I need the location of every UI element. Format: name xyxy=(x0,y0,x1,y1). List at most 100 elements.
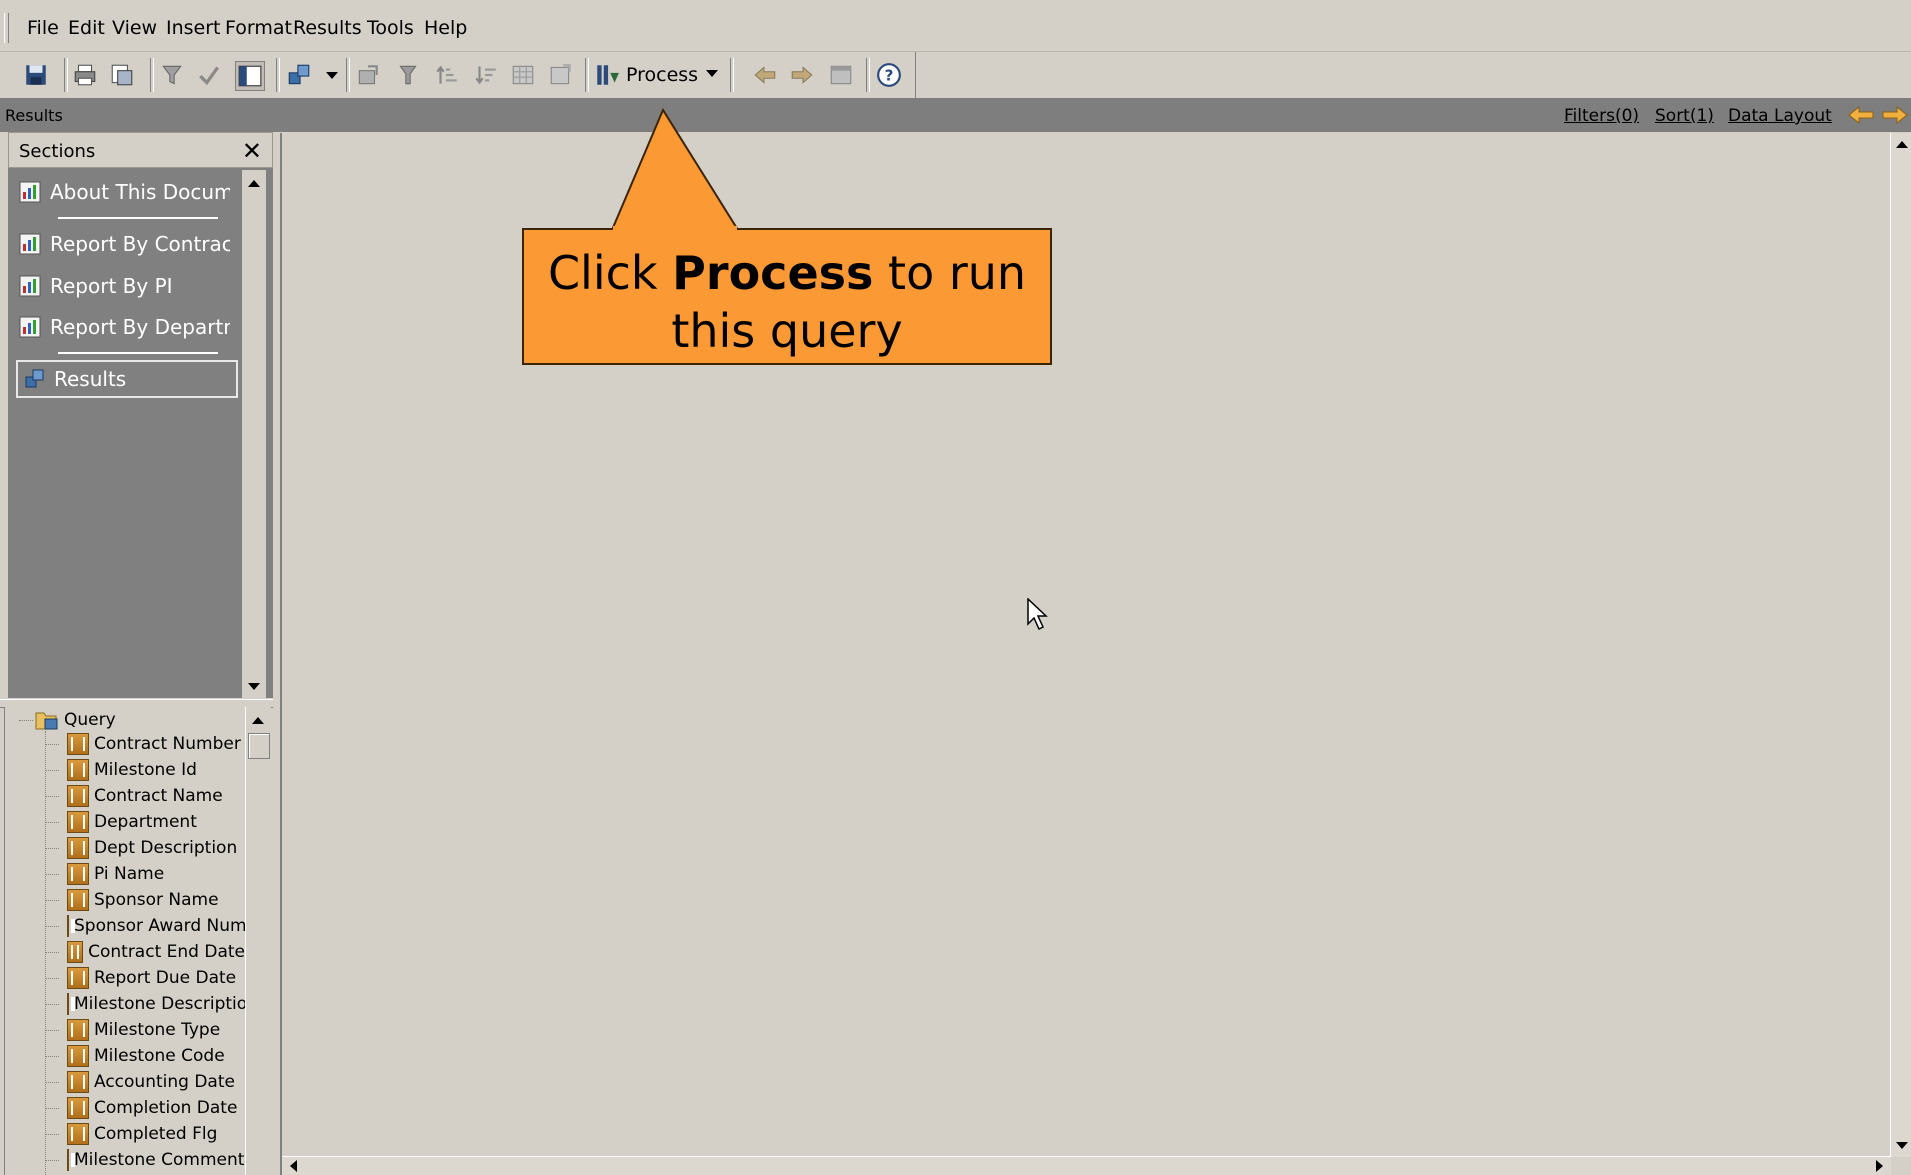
column-label: Completion Date xyxy=(94,1098,238,1118)
tree-column-item[interactable]: Completed Flg xyxy=(67,1122,245,1146)
sort-descending-icon[interactable] xyxy=(472,61,500,89)
menu-help[interactable]: Help xyxy=(424,17,467,39)
tree-root-label: Query xyxy=(64,710,116,730)
verify-icon[interactable] xyxy=(195,61,223,89)
tree-column-item[interactable]: Accounting Date xyxy=(67,1070,245,1094)
tree-column-item[interactable]: Department xyxy=(67,810,245,834)
tree-column-item[interactable]: Contract Number xyxy=(67,732,245,756)
tree-column-item[interactable]: Milestone Description xyxy=(67,992,245,1016)
results-icon xyxy=(25,369,44,388)
menu-view[interactable]: View xyxy=(112,17,157,39)
section-item-label: Report By Contract xyxy=(50,232,230,256)
column-label: Contract Number xyxy=(94,734,241,754)
sort-link[interactable]: Sort(1) xyxy=(1655,106,1714,126)
forward-icon[interactable] xyxy=(788,61,816,89)
report-icon xyxy=(19,181,41,203)
menu-tools[interactable]: Tools xyxy=(367,17,414,39)
tree-column-item[interactable]: Contract Name xyxy=(67,784,245,808)
query-tree-scrollbar[interactable] xyxy=(245,707,271,1175)
scroll-up-icon[interactable] xyxy=(248,180,260,187)
tree-connector xyxy=(45,796,59,797)
column-icon xyxy=(67,1149,75,1171)
scroll-left-icon[interactable] xyxy=(290,1160,297,1172)
scroll-down-icon[interactable] xyxy=(1896,1142,1908,1149)
print-icon[interactable] xyxy=(71,61,99,89)
horizontal-scrollbar[interactable] xyxy=(282,1156,1891,1175)
tree-column-item[interactable]: Milestone Comments xyxy=(67,1148,245,1172)
menu-results[interactable]: Results xyxy=(293,17,362,39)
results-title-strip: Results Filters(0) Sort(1) Data Layout xyxy=(0,98,1911,132)
toolbar-separator xyxy=(730,58,734,92)
scroll-right-icon[interactable] xyxy=(1876,1160,1883,1172)
vertical-scrollbar[interactable] xyxy=(1890,133,1911,1157)
scroll-down-icon[interactable] xyxy=(248,683,260,690)
menu-bar: File Edit View Insert Format Results Too… xyxy=(0,5,1911,52)
previous-section-icon[interactable] xyxy=(1848,106,1874,124)
section-pane-icon[interactable] xyxy=(235,61,265,91)
calendar-icon[interactable] xyxy=(827,61,855,89)
column-label: Contract End Date xyxy=(88,942,245,962)
section-item-report-by-pi[interactable]: Report By PI xyxy=(18,267,238,305)
section-item-label: Results xyxy=(54,367,127,391)
column-label: Milestone Comments xyxy=(74,1150,245,1170)
tree-connector xyxy=(19,720,33,721)
svg-text:?: ? xyxy=(885,66,894,84)
grid-icon[interactable] xyxy=(509,61,537,89)
query-icon[interactable] xyxy=(158,61,186,89)
section-divider xyxy=(58,217,218,219)
next-section-icon[interactable] xyxy=(1882,106,1908,124)
menu-edit[interactable]: Edit xyxy=(68,17,105,39)
menu-file[interactable]: File xyxy=(27,17,59,39)
scroll-up-icon[interactable] xyxy=(1896,141,1908,148)
tree-column-item[interactable]: Dept Description xyxy=(67,836,245,860)
column-icon xyxy=(67,1071,89,1093)
tree-column-item[interactable]: Contract End Date xyxy=(67,940,245,964)
tree-column-item[interactable]: Milestone Type xyxy=(67,1018,245,1042)
tree-connector xyxy=(45,874,59,875)
report-icon xyxy=(19,233,41,255)
insert-section-dropdown-icon[interactable] xyxy=(326,72,338,79)
column-label: Department xyxy=(94,812,197,832)
data-layout-link[interactable]: Data Layout xyxy=(1728,106,1832,126)
tree-column-item[interactable]: Report Due Date xyxy=(67,966,245,990)
section-item-label: About This Document xyxy=(50,180,230,204)
section-item-report-by-department[interactable]: Report By Department xyxy=(18,308,238,346)
scroll-up-icon[interactable] xyxy=(252,717,264,724)
process-dropdown-icon[interactable] xyxy=(706,70,718,77)
sort-ascending-icon[interactable] xyxy=(433,61,461,89)
tree-column-item[interactable]: Milestone Id xyxy=(67,758,245,782)
tree-column-item[interactable]: Pi Name xyxy=(67,862,245,886)
back-icon[interactable] xyxy=(751,61,779,89)
column-label: Report Due Date xyxy=(94,968,237,988)
sections-title: Sections xyxy=(19,141,96,162)
insert-section-icon[interactable] xyxy=(285,61,313,89)
column-icon xyxy=(67,941,84,963)
tree-column-item[interactable]: Milestone Code xyxy=(67,1044,245,1068)
tree-column-item[interactable]: Sponsor Name xyxy=(67,888,245,912)
sections-scrollbar[interactable] xyxy=(242,170,266,698)
column-icon xyxy=(67,1123,89,1145)
section-item-label: Report By PI xyxy=(50,274,173,298)
tree-column-item[interactable]: Sponsor Award Number xyxy=(67,914,245,938)
tree-root-query[interactable]: Query xyxy=(35,708,116,732)
import-icon[interactable] xyxy=(354,61,382,89)
compute-icon[interactable] xyxy=(547,61,575,89)
scroll-thumb[interactable] xyxy=(248,733,270,759)
section-item-report-by-contract[interactable]: Report By Contract xyxy=(18,225,238,263)
save-icon[interactable] xyxy=(22,61,50,89)
report-icon xyxy=(19,316,41,338)
filter-icon[interactable] xyxy=(394,61,422,89)
help-icon[interactable]: ? xyxy=(875,61,903,89)
column-icon xyxy=(67,1045,89,1067)
filters-link[interactable]: Filters(0) xyxy=(1564,106,1639,126)
menu-insert[interactable]: Insert xyxy=(166,17,221,39)
query-folder-icon xyxy=(35,712,58,730)
tree-connector xyxy=(45,848,59,849)
section-item-results[interactable]: Results xyxy=(16,360,238,398)
section-item-about[interactable]: About This Document xyxy=(18,173,238,211)
close-icon[interactable]: ✕ xyxy=(242,137,262,165)
tree-connector xyxy=(45,744,59,745)
print-preview-icon[interactable] xyxy=(108,61,136,89)
menu-format[interactable]: Format xyxy=(225,17,292,39)
tree-column-item[interactable]: Completion Date xyxy=(67,1096,245,1120)
